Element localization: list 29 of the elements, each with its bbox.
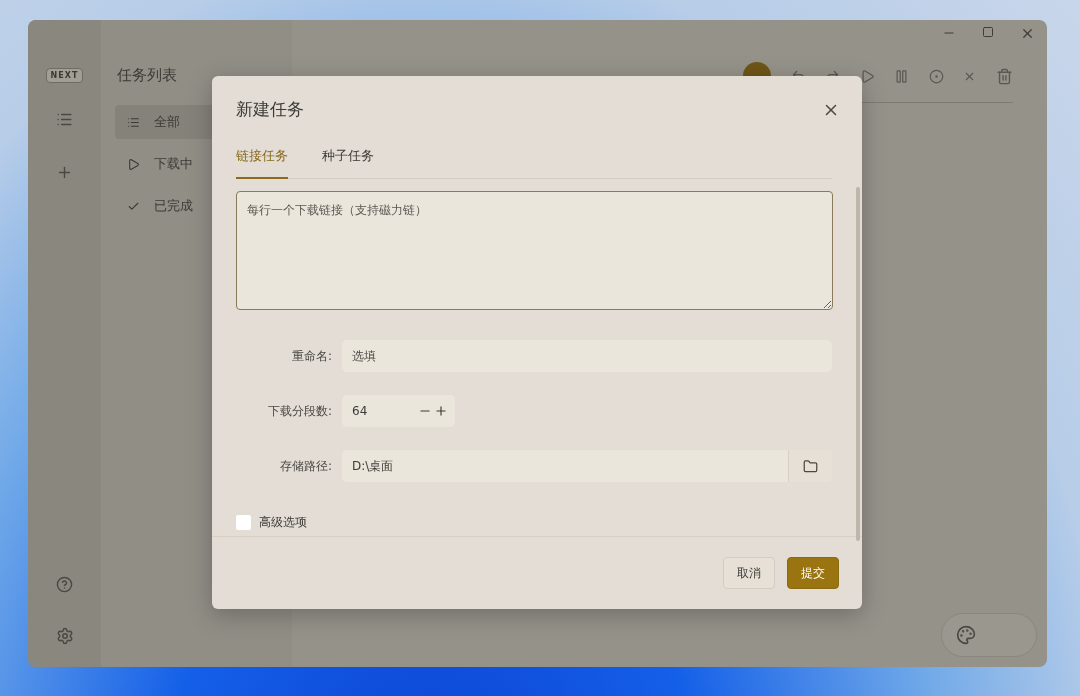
- cancel-button[interactable]: 取消: [723, 557, 775, 589]
- menu-icon[interactable]: [56, 111, 73, 128]
- stop-icon[interactable]: [928, 68, 944, 84]
- play-icon: [127, 157, 140, 171]
- checkbox[interactable]: [236, 515, 251, 530]
- segments-stepper[interactable]: 64: [342, 395, 455, 427]
- plus-icon[interactable]: [56, 164, 73, 181]
- field-label: 重命名:: [290, 347, 332, 365]
- rename-input[interactable]: 选填: [342, 340, 832, 372]
- field-label: 存储路径:: [278, 457, 332, 475]
- help-icon[interactable]: [56, 576, 73, 593]
- field-label: 下载分段数:: [266, 402, 332, 420]
- tab[interactable]: 种子任务: [322, 147, 374, 179]
- theme-button[interactable]: [941, 613, 1037, 657]
- pause-icon[interactable]: [894, 68, 910, 84]
- folder-icon: [803, 458, 818, 474]
- panel-title: 任务列表: [116, 66, 178, 85]
- links-input[interactable]: 每行一个下载链接（支持磁力链）: [236, 191, 833, 310]
- list-icon: [127, 115, 140, 129]
- tab[interactable]: 链接任务: [236, 147, 288, 179]
- app-logo: NEXT: [45, 68, 84, 83]
- checkbox-label: 高级选项: [259, 514, 307, 531]
- settings-icon[interactable]: [55, 627, 74, 645]
- trash-icon[interactable]: [995, 67, 1013, 85]
- submit-button[interactable]: 提交: [787, 557, 839, 589]
- palette-icon: [956, 625, 976, 645]
- play-icon[interactable]: [859, 68, 875, 84]
- scrollbar[interactable]: [856, 187, 860, 541]
- plus-icon[interactable]: [433, 404, 449, 418]
